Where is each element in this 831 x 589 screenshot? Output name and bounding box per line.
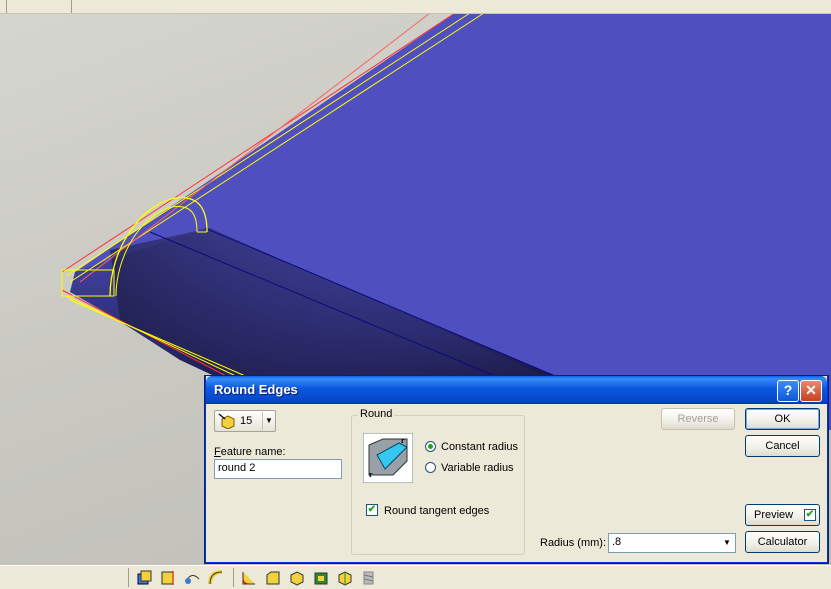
toolbar-separator xyxy=(233,568,234,587)
radius-value: .8 xyxy=(612,536,622,548)
rib-icon[interactable] xyxy=(336,569,353,586)
variable-radius-radio[interactable] xyxy=(425,462,436,473)
fillet-icon: r r xyxy=(363,433,413,483)
preview-checkbox[interactable]: ✔ xyxy=(804,509,816,521)
round-tangent-label[interactable]: Round tangent edges xyxy=(384,505,489,517)
dialog-title: Round Edges xyxy=(214,382,298,397)
radius-label: Radius (mm): xyxy=(540,537,607,549)
calculator-button[interactable]: Calculator xyxy=(745,531,820,553)
top-toolbar-strip xyxy=(0,0,831,14)
extrude-icon[interactable] xyxy=(136,569,153,586)
chevron-down-icon[interactable]: ▼ xyxy=(721,536,733,550)
sweep-icon[interactable] xyxy=(184,569,201,586)
reverse-button[interactable]: Reverse xyxy=(661,408,735,430)
feature-name-label: Feature name: xyxy=(214,446,286,458)
cancel-button[interactable]: Cancel xyxy=(745,435,820,457)
close-icon[interactable]: ✕ xyxy=(800,380,822,402)
variable-radius-label[interactable]: Variable radius xyxy=(441,462,514,474)
revolve-icon[interactable] xyxy=(160,569,177,586)
constant-radius-radio[interactable] xyxy=(425,441,436,452)
dialog-titlebar[interactable]: Round Edges ? ✕ xyxy=(206,376,827,404)
feature-name-field[interactable]: round 2 xyxy=(214,459,342,479)
toolbar-separator xyxy=(128,568,129,587)
svg-text:r: r xyxy=(369,470,373,479)
round-tangent-checkbox[interactable]: ✔ xyxy=(366,504,378,516)
edge-selector[interactable]: 15 ▼ xyxy=(214,410,276,432)
round-edges-dialog: Round Edges ? ✕ 15 ▼ Feature name: round… xyxy=(205,376,828,563)
shell-icon[interactable] xyxy=(288,569,305,586)
round-group-label: Round xyxy=(358,408,395,420)
loft-icon[interactable] xyxy=(207,569,224,586)
ok-button[interactable]: OK xyxy=(745,408,820,430)
edge-count: 15 xyxy=(240,415,253,427)
constant-radius-label[interactable]: Constant radius xyxy=(441,441,518,453)
feature-toolbar xyxy=(0,565,831,589)
question-icon[interactable]: ? xyxy=(777,380,799,402)
draft-icon[interactable] xyxy=(312,569,329,586)
edge-select-icon xyxy=(218,413,235,429)
chevron-down-icon[interactable]: ▼ xyxy=(262,412,275,430)
preview-label: Preview xyxy=(754,509,794,521)
chamfer-icon[interactable] xyxy=(264,569,281,586)
radius-dropdown[interactable]: .8 ▼ xyxy=(608,533,736,553)
preview-button[interactable]: Preview ✔ xyxy=(745,504,820,526)
round-icon[interactable] xyxy=(240,569,257,586)
svg-text:r: r xyxy=(401,436,405,445)
thread-icon[interactable] xyxy=(360,569,377,586)
